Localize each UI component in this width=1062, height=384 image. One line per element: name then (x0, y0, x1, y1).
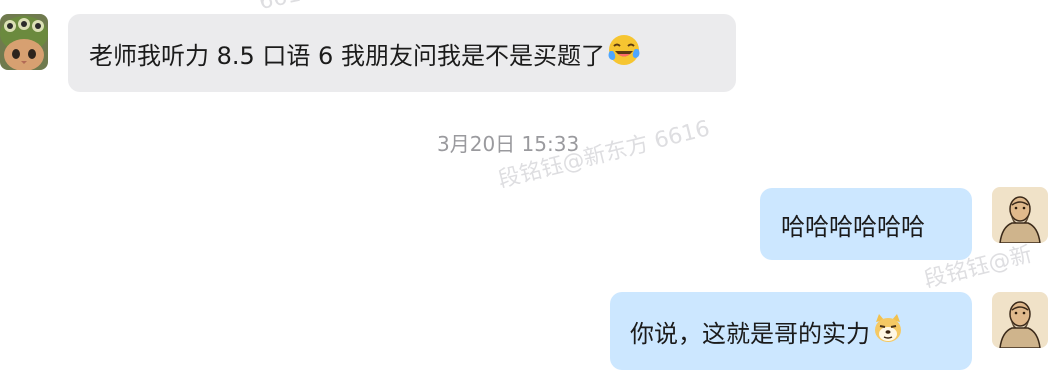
avatar[interactable] (992, 187, 1048, 243)
message-bubble-sent[interactable]: 你说，这就是哥的实力 (610, 292, 972, 370)
message-text: 老师我听力 8.5 口语 6 我朋友问我是不是买题了 (89, 41, 605, 70)
doge-emoji-icon (872, 312, 904, 350)
laughing-crying-emoji-icon (607, 33, 641, 73)
message-text: 哈哈哈哈哈哈 (781, 212, 925, 241)
message-bubble-sent[interactable]: 哈哈哈哈哈哈 (760, 188, 972, 260)
philosopher-avatar-icon (992, 292, 1048, 348)
avatar[interactable] (992, 292, 1048, 348)
avatar[interactable] (0, 14, 48, 70)
philosopher-avatar-icon (992, 187, 1048, 243)
watermark-top: 6616 (257, 0, 317, 15)
message-bubble-received[interactable]: 老师我听力 8.5 口语 6 我朋友问我是不是买题了 (68, 14, 736, 92)
message-timestamp: 3月20日 15:33 (437, 132, 580, 156)
cat-avatar-icon (0, 14, 48, 70)
message-text: 你说，这就是哥的实力 (630, 319, 870, 348)
